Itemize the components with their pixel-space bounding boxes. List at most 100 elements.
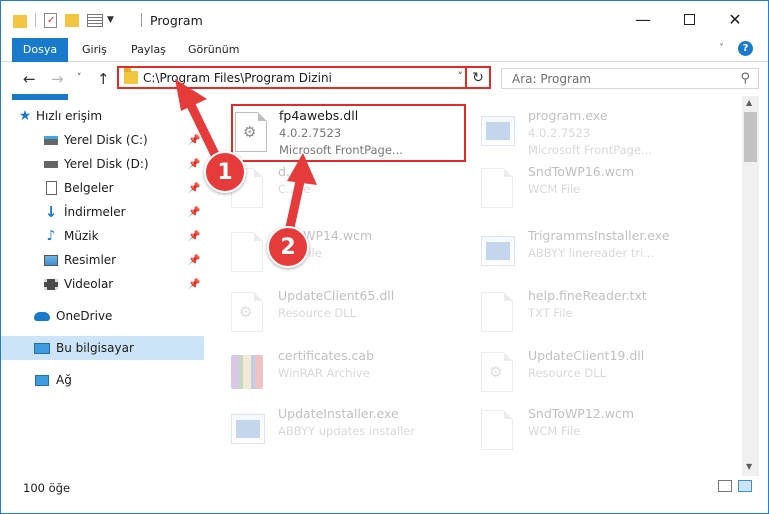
file-type: WinRAR Archive <box>278 366 370 380</box>
pin-icon[interactable]: 📌 <box>188 231 200 242</box>
sidebar-item-music[interactable]: ♪ Müzik 📌 <box>1 224 204 248</box>
explorer-window: ✓ ▼ Program — ✕ Dosya Giriş Paylaş Görün… <box>0 0 769 514</box>
pin-icon[interactable]: 📌 <box>188 207 200 218</box>
sidebar-item-downloads[interactable]: ↓ İndirmeler 📌 <box>1 200 204 224</box>
file-version: 4.0.2.7523 <box>528 126 591 140</box>
vertical-scrollbar[interactable]: ▲ ▼ <box>742 96 759 476</box>
title-separator <box>141 13 142 27</box>
file-item[interactable]: SndToWP16.wcm WCM File <box>461 160 701 222</box>
tab-paylas[interactable]: Paylaş <box>131 38 166 61</box>
address-path[interactable]: C:\Program Files\Program Dizini <box>143 71 332 85</box>
pin-icon[interactable]: 📌 <box>188 135 200 146</box>
back-button[interactable]: ← <box>23 70 36 88</box>
file-item[interactable]: help.fineReader.txt TXT File <box>461 284 701 346</box>
help-icon[interactable]: ? <box>738 41 753 56</box>
file-type: Resource DLL <box>528 366 607 380</box>
file-item[interactable]: ...ToWP14.wcm ...M File <box>211 224 451 286</box>
network-icon <box>34 372 50 388</box>
item-count: 100 öğe <box>23 481 71 495</box>
sidebar-item-quick-access[interactable]: ★ Hızlı erişim <box>1 104 204 128</box>
large-icons-view-icon[interactable] <box>738 480 752 492</box>
sidebar-item-label: Müzik <box>64 229 99 243</box>
search-placeholder: Ara: Program <box>512 72 591 86</box>
step-badge-2: 2 <box>267 226 309 268</box>
maximize-button[interactable] <box>666 1 712 38</box>
file-item-fp4awebs[interactable]: ⚙ fp4awebs.dll 4.0.2.7523 Microsoft Fron… <box>231 104 466 162</box>
search-icon: ⚲ <box>740 71 750 86</box>
recent-locations-button[interactable]: ˅ <box>77 73 82 83</box>
file-name: TrigrammsInstaller.exe <box>528 228 670 243</box>
sidebar-item-onedrive[interactable]: OneDrive <box>1 304 204 328</box>
scroll-thumb[interactable] <box>744 112 757 162</box>
minimize-icon: — <box>635 10 651 29</box>
file-name: SndToWP12.wcm <box>528 406 634 421</box>
sidebar-item-disk-d[interactable]: Yerel Disk (D:) 📌 <box>1 152 204 176</box>
arrow-up-icon: ↑ <box>97 70 110 88</box>
file-name: help.fineReader.txt <box>528 288 647 303</box>
sidebar-item-network[interactable]: Ağ <box>1 368 204 392</box>
pin-icon[interactable]: 📌 <box>188 255 200 266</box>
file-description: Microsoft FrontPage... <box>279 143 403 157</box>
drive-icon <box>43 156 59 172</box>
tab-giris[interactable]: Giriş <box>82 38 107 61</box>
sidebar-item-pictures[interactable]: Resimler 📌 <box>1 248 204 272</box>
chevron-down-icon[interactable]: ˅ <box>458 70 464 83</box>
file-item[interactable]: ⚙ UpdateClient19.dll Resource DLL <box>461 344 701 406</box>
forward-button[interactable]: → <box>51 70 64 88</box>
close-icon: ✕ <box>728 10 742 29</box>
arrow-left-icon: ← <box>23 70 36 88</box>
file-description: Microsoft FrontPage... <box>528 143 652 157</box>
expand-ribbon-icon[interactable]: ˅ <box>719 43 724 54</box>
file-item[interactable]: TrigrammsInstaller.exe ABBYY linereader … <box>461 224 701 286</box>
pin-icon[interactable]: 📌 <box>188 159 200 170</box>
music-icon: ♪ <box>46 228 56 244</box>
file-type: WCM File <box>528 424 581 438</box>
search-input[interactable]: Ara: Program ⚲ <box>501 68 759 89</box>
details-view-icon[interactable] <box>718 480 732 492</box>
quick-access-toolbar: ✓ ▼ <box>7 10 114 30</box>
file-type: C...ile <box>278 182 311 196</box>
pin-icon[interactable]: 📌 <box>188 183 200 194</box>
close-button[interactable]: ✕ <box>712 1 758 38</box>
status-bar: 100 öğe <box>1 477 768 513</box>
file-name: UpdateInstaller.exe <box>278 406 399 421</box>
file-version: 4.0.2.7523 <box>279 126 342 140</box>
file-item[interactable]: ⚙ UpdateClient65.dll Resource DLL <box>211 284 451 346</box>
app-icon <box>481 112 515 152</box>
file-item[interactable]: UpdateInstaller.exe ABBYY updates instal… <box>211 402 451 464</box>
step-badge-1: 1 <box>204 151 246 193</box>
file-item[interactable]: SndToWP12.wcm WCM File <box>461 402 701 464</box>
document-icon <box>231 232 263 272</box>
videos-icon <box>43 276 59 292</box>
archive-icon <box>231 352 263 392</box>
dll-icon: ⚙ <box>481 352 513 392</box>
chevron-down-icon[interactable]: ▼ <box>107 15 114 25</box>
sidebar-item-this-pc[interactable]: Bu bilgisayar <box>1 336 204 360</box>
customize-icon[interactable] <box>87 13 103 27</box>
tab-gorunum[interactable]: Görünüm <box>188 38 239 61</box>
chevron-down-icon: ˅ <box>77 73 82 83</box>
address-bar[interactable]: C:\Program Files\Program Dizini ˅ <box>117 66 467 89</box>
scroll-up-icon[interactable]: ▲ <box>746 98 752 107</box>
file-item[interactable]: certificates.cab WinRAR Archive <box>211 344 451 406</box>
properties-icon[interactable]: ✓ <box>44 12 57 28</box>
download-icon: ↓ <box>44 203 58 221</box>
documents-icon <box>43 180 59 196</box>
minimize-button[interactable]: — <box>620 1 666 38</box>
scroll-down-icon[interactable]: ▼ <box>746 462 752 471</box>
sidebar-item-label: Resimler <box>64 253 117 267</box>
pin-icon[interactable]: 📌 <box>188 279 200 290</box>
sidebar-item-label: İndirmeler <box>64 205 126 219</box>
file-item[interactable]: d...A C...ile <box>211 160 451 222</box>
file-name: fp4awebs.dll <box>279 108 359 123</box>
sidebar-item-videos[interactable]: Videolar 📌 <box>1 272 204 296</box>
new-folder-icon[interactable] <box>65 13 79 27</box>
sidebar-item-disk-c[interactable]: Yerel Disk (C:) 📌 <box>1 128 204 152</box>
sidebar-item-documents[interactable]: Belgeler 📌 <box>1 176 204 200</box>
window-title: Program <box>150 13 203 28</box>
refresh-button[interactable]: ↻ <box>467 66 491 89</box>
dll-icon: ⚙ <box>235 112 267 152</box>
up-button[interactable]: ↑ <box>97 70 110 88</box>
sidebar-item-label: OneDrive <box>56 309 113 323</box>
file-item[interactable]: program.exe 4.0.2.7523 Microsoft FrontPa… <box>461 104 701 166</box>
